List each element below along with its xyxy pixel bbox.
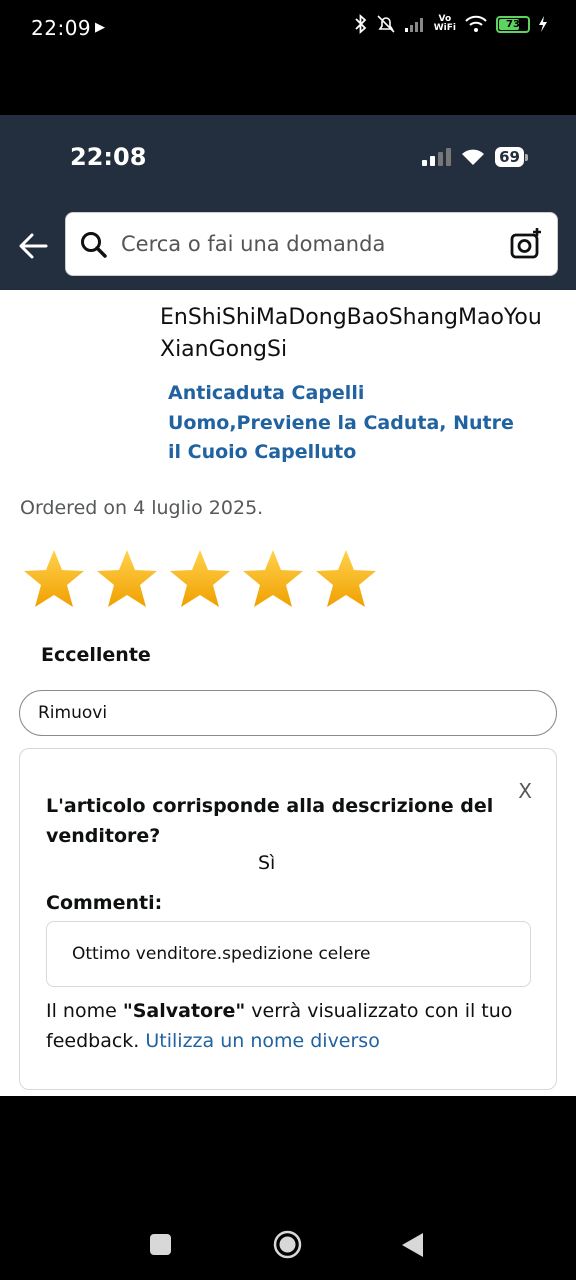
battery-icon: 73 (496, 15, 530, 33)
camera-search-icon[interactable] (509, 227, 543, 261)
back-arrow-icon[interactable] (18, 231, 48, 261)
order-date: Ordered on 4 luglio 2025. (20, 497, 264, 519)
vowifi-bottom-label: WiFi (433, 23, 456, 33)
star-icon-4[interactable] (241, 547, 305, 611)
description-match-answer[interactable]: Sì (258, 852, 275, 874)
comments-label: Commenti: (46, 892, 163, 914)
star-icon-1[interactable] (22, 547, 86, 611)
name-note-prefix: Il nome (46, 1000, 123, 1022)
search-input[interactable] (121, 213, 501, 275)
ios-battery-tip (525, 153, 528, 161)
system-status-bar: 22:09 ▶ Vo WiFi 73 (0, 0, 576, 58)
description-match-question: L'articolo corrisponde alla descrizione … (46, 795, 494, 847)
vowifi-icon: Vo WiFi (434, 15, 456, 33)
wifi-icon (465, 15, 487, 32)
display-name: "Salvatore" (122, 1000, 246, 1022)
ios-clock: 22:08 (70, 143, 147, 171)
seller-name: EnShiShiMaDongBaoShangMaoYouXianGongSi (160, 305, 542, 362)
remove-rating-button[interactable]: Rimuovi (19, 690, 557, 736)
star-icon-5[interactable] (314, 547, 378, 611)
amazon-review-screen: 22:08 69 EnShiShiMaDongBaoShangMaoYouXia… (0, 115, 576, 1096)
system-clock: 22:09 (31, 16, 92, 40)
bluetooth-icon (355, 14, 367, 34)
star-icon-2[interactable] (95, 547, 159, 611)
close-card-button[interactable]: X (518, 779, 532, 803)
system-status-icons: Vo WiFi 73 (354, 14, 548, 34)
seller-feedback-card: X L'articolo corrisponde alla descrizion… (19, 748, 557, 1090)
star-icon-3[interactable] (168, 547, 232, 611)
play-notification-icon: ▶ (95, 20, 105, 35)
cell-signal-icon (404, 18, 423, 32)
battery-level: 73 (506, 18, 520, 30)
ios-status-icons: 69 (421, 147, 528, 167)
search-icon (81, 232, 107, 258)
star-rating[interactable] (22, 547, 378, 611)
charging-icon (539, 16, 547, 32)
comments-field[interactable]: Ottimo venditore.spedizione celere (46, 921, 531, 987)
search-bar[interactable] (65, 212, 558, 276)
rating-label: Eccellente (41, 644, 151, 666)
system-navigation-bar (0, 1096, 576, 1280)
display-name-note: Il nome "Salvatore" verrà visualizzato c… (46, 997, 536, 1056)
home-button[interactable] (273, 1230, 302, 1259)
mute-bell-icon (377, 15, 395, 33)
app-header: 22:08 69 (0, 115, 576, 290)
product-title-link[interactable]: Anticaduta Capelli Uomo,Previene la Cadu… (168, 379, 528, 468)
ios-battery-icon: 69 (495, 147, 524, 167)
change-name-link[interactable]: Utilizza un nome diverso (145, 1030, 379, 1052)
ios-signal-icon (422, 148, 452, 166)
ios-wifi-icon (462, 149, 485, 165)
back-triangle-icon[interactable] (402, 1233, 423, 1257)
recents-button[interactable] (150, 1234, 171, 1255)
